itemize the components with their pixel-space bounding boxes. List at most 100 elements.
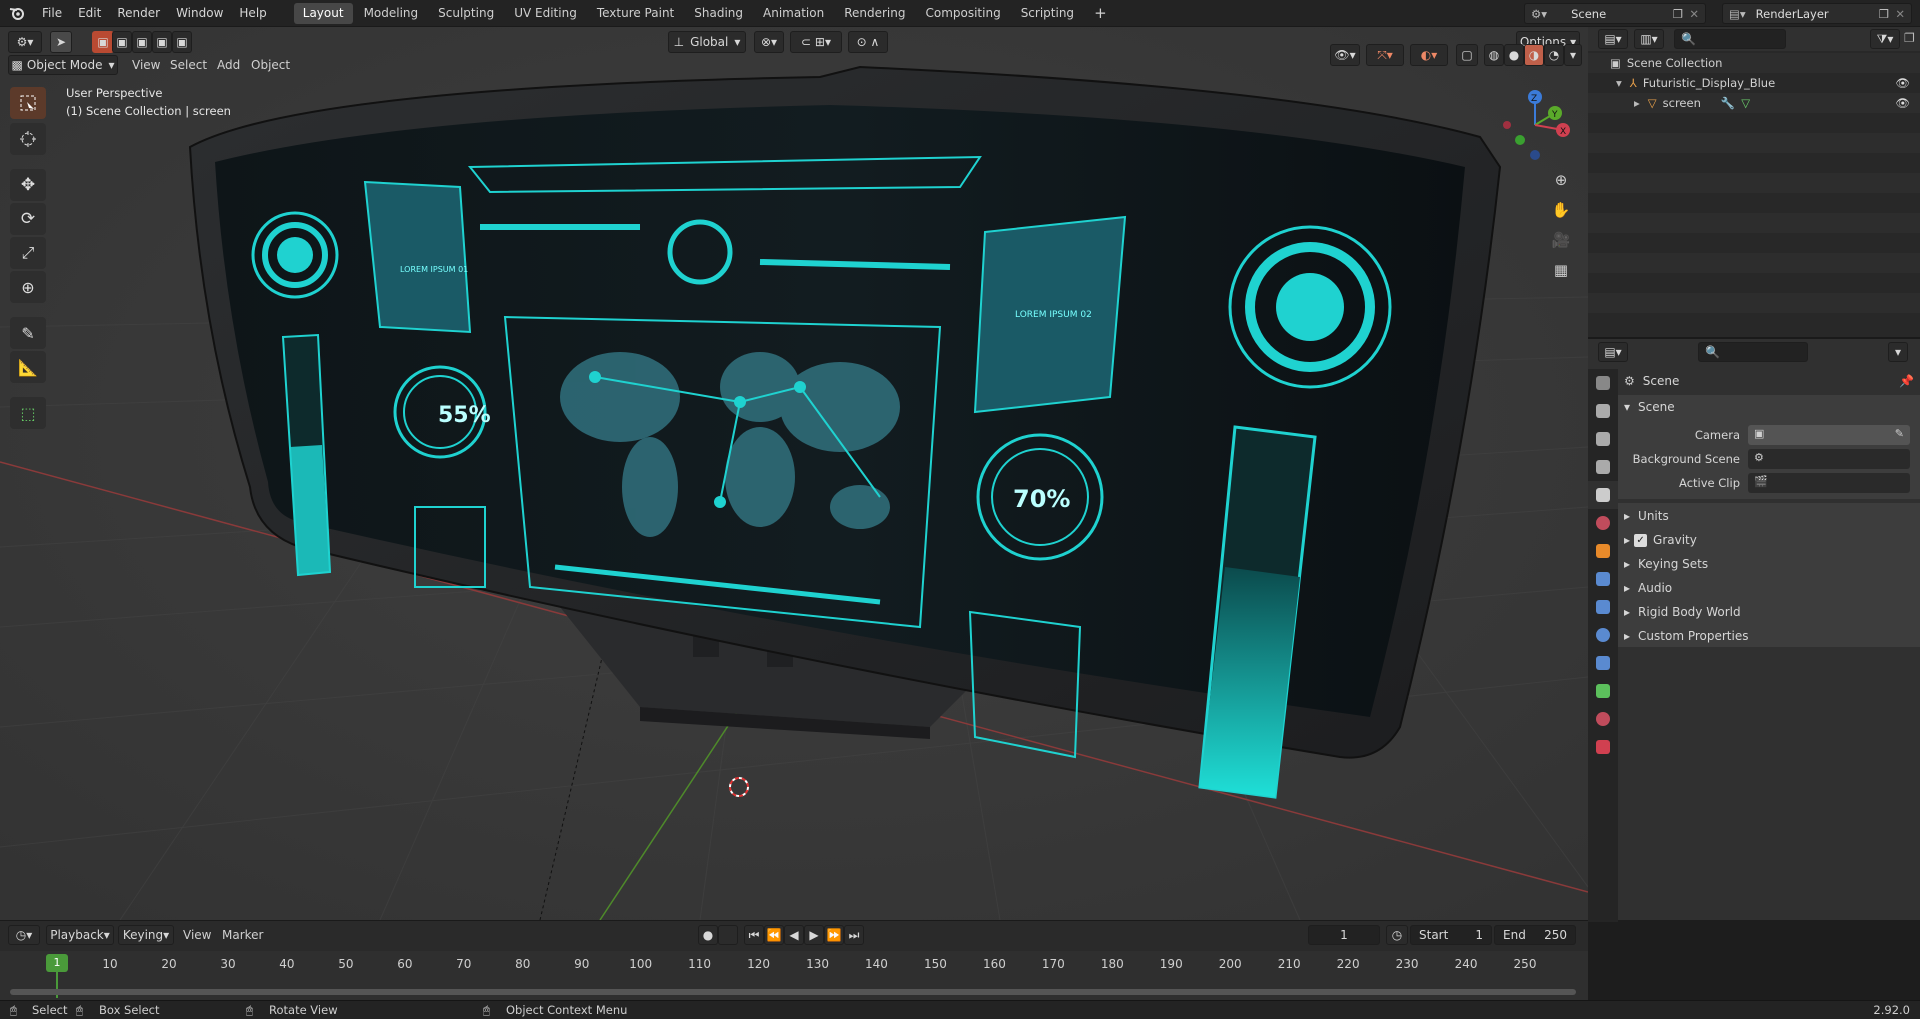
selection-mode-intersect-button[interactable]: ▣ <box>172 31 192 53</box>
current-frame-field[interactable]: 1 <box>1308 925 1380 945</box>
selection-mode-subtract-button[interactable]: ▣ <box>132 31 152 53</box>
jump-end-button[interactable]: ⏭ <box>844 925 864 945</box>
tab-shading[interactable]: Shading <box>685 3 752 24</box>
shading-rendered-button[interactable]: ◔ <box>1544 44 1564 66</box>
render-layer-selector[interactable]: ▤▾ RenderLayer ❐ ✕ <box>1722 3 1912 24</box>
outliner-editor-type-button[interactable]: ▤▾ <box>1598 29 1628 49</box>
add-cube-tool[interactable]: ⬚ <box>10 397 46 429</box>
proportional-edit-toggle[interactable]: ⊙ ∧ <box>848 31 888 53</box>
timeline-menu-view[interactable]: View <box>183 924 211 946</box>
timeline-scrollbar[interactable] <box>10 989 1576 995</box>
3d-viewport[interactable]: LOREM IPSUM 01 LOREM IPSUM 02 55% 70% ⚙▾… <box>0 27 1588 920</box>
outliner-row-scene-collection[interactable]: ▣ Scene Collection <box>1588 53 1920 73</box>
tab-compositing[interactable]: Compositing <box>916 3 1009 24</box>
select-box-tool[interactable] <box>10 87 46 119</box>
outliner-row-screen[interactable]: ▸ ▽ screen 🔧 ▽ 👁 <box>1588 93 1920 113</box>
ortho-grid-icon[interactable]: ▦ <box>1548 257 1574 283</box>
camera-view-icon[interactable]: 🎥 <box>1548 227 1574 253</box>
select-tool-mode-button[interactable]: ➤ <box>50 31 72 53</box>
scale-tool[interactable]: ⤢ <box>10 237 46 269</box>
menu-file[interactable]: File <box>34 0 70 27</box>
render-tab[interactable] <box>1588 397 1618 425</box>
world-tab[interactable] <box>1588 509 1618 537</box>
rotate-tool[interactable]: ⟳ <box>10 203 46 235</box>
playback-dropdown[interactable]: Playback ▾ <box>46 925 114 945</box>
selection-mode-invert-button[interactable]: ▣ <box>152 31 172 53</box>
tab-animation[interactable]: Animation <box>754 3 833 24</box>
keying-dropdown[interactable]: Keying ▾ <box>118 925 174 945</box>
properties-options-dropdown[interactable]: ▾ <box>1888 342 1908 362</box>
scene-section-header[interactable]: ▾ Scene <box>1624 395 1914 419</box>
menu-window[interactable]: Window <box>168 0 231 27</box>
blender-logo-icon[interactable] <box>0 0 34 27</box>
add-workspace-button[interactable]: + <box>1085 3 1116 24</box>
playhead[interactable]: 1 <box>46 954 68 972</box>
object-mode-dropdown[interactable]: ▩ Object Mode ▾ <box>8 55 118 75</box>
menu-help[interactable]: Help <box>231 0 274 27</box>
outliner-filter-button[interactable]: ⧩▾ <box>1870 29 1900 49</box>
timeline-editor-type-button[interactable]: ◷▾ <box>8 925 40 945</box>
expand-arrow-icon[interactable]: ▸ <box>1634 96 1640 110</box>
start-frame-field[interactable]: Start 1 <box>1410 925 1492 945</box>
timeline-editor[interactable]: ◷▾ Playback ▾ Keying ▾ View Marker ● ⏮ ⏪ ◀… <box>0 920 1588 1001</box>
constraints-tab[interactable] <box>1588 649 1618 677</box>
tab-layout[interactable]: Layout <box>293 2 353 24</box>
copy-icon[interactable]: ❐ <box>1673 7 1683 21</box>
object-tab[interactable] <box>1588 537 1618 565</box>
data-tab[interactable] <box>1588 677 1618 705</box>
jump-start-button[interactable]: ⏮ <box>744 925 764 945</box>
gravity-panel-header[interactable]: ▸ ✓ Gravity <box>1624 528 1914 552</box>
cursor-tool[interactable] <box>10 123 46 155</box>
background-scene-field[interactable]: ⚙ <box>1748 449 1910 469</box>
custom-properties-panel-header[interactable]: ▸ Custom Properties <box>1624 624 1914 648</box>
selection-mode-set-button[interactable]: ▣ <box>92 31 114 53</box>
close-layer-icon[interactable]: ✕ <box>1895 7 1905 21</box>
selection-mode-extend-button[interactable]: ▣ <box>112 31 132 53</box>
keying-sets-panel-header[interactable]: ▸ Keying Sets <box>1624 552 1914 576</box>
tab-modeling[interactable]: Modeling <box>355 3 428 24</box>
gravity-checkbox[interactable]: ✓ <box>1634 533 1648 547</box>
annotate-tool[interactable]: ✎ <box>10 317 46 349</box>
tab-sculpting[interactable]: Sculpting <box>429 3 503 24</box>
overlay-toggle[interactable]: ◐▾ <box>1410 44 1448 66</box>
modifier-tab[interactable] <box>1588 565 1618 593</box>
tab-scripting[interactable]: Scripting <box>1012 3 1083 24</box>
snap-toggle[interactable]: ⊂ ⊞▾ <box>790 31 842 53</box>
physics-tab[interactable] <box>1588 621 1618 649</box>
texture-tab[interactable] <box>1588 733 1618 761</box>
jump-next-keyframe-button[interactable]: ⏩ <box>824 925 844 945</box>
scene-selector[interactable]: ⚙▾ Scene ❐ ✕ <box>1524 3 1706 24</box>
orientation-dropdown[interactable]: ⊥ Global ▾ <box>668 31 746 53</box>
units-panel-header[interactable]: ▸ Units <box>1624 504 1914 528</box>
new-collection-icon[interactable]: ❐ <box>1904 31 1915 45</box>
timeline-menu-marker[interactable]: Marker <box>222 924 263 946</box>
menu-add[interactable]: Add <box>217 54 240 76</box>
gizmo-toggle[interactable]: ⤧▾ <box>1366 44 1404 66</box>
audio-panel-header[interactable]: ▸ Audio <box>1624 576 1914 600</box>
navigation-gizmo[interactable]: Z Y X <box>1495 85 1575 165</box>
active-clip-field[interactable]: 🎬 <box>1748 473 1910 493</box>
outliner-row-futuristic-display[interactable]: ▾ ⅄ Futuristic_Display_Blue 👁 <box>1588 73 1920 93</box>
mesh-data-icon[interactable]: ▽ <box>1741 96 1750 110</box>
tab-uv-editing[interactable]: UV Editing <box>505 3 586 24</box>
transform-tool[interactable]: ⊕ <box>10 271 46 303</box>
xray-toggle[interactable]: ▢ <box>1456 44 1478 66</box>
measure-tool[interactable]: 📐 <box>10 351 46 383</box>
tab-rendering[interactable]: Rendering <box>835 3 914 24</box>
material-tab[interactable] <box>1588 705 1618 733</box>
shading-solid-button[interactable]: ● <box>1504 44 1524 66</box>
shading-material-button[interactable]: ◑ <box>1524 44 1544 66</box>
menu-view[interactable]: View <box>132 54 160 76</box>
eye-icon[interactable]: 👁 <box>1895 96 1910 110</box>
visibility-dropdown[interactable]: 👁▾ <box>1330 44 1360 66</box>
scene-tab[interactable] <box>1588 481 1618 509</box>
shading-wireframe-button[interactable]: ◍ <box>1484 44 1504 66</box>
menu-render[interactable]: Render <box>109 0 168 27</box>
auto-key-options-button[interactable] <box>718 925 738 945</box>
tab-texture-paint[interactable]: Texture Paint <box>588 3 683 24</box>
camera-field[interactable]: ▣ ✎ <box>1748 425 1910 445</box>
eyedropper-icon[interactable]: ✎ <box>1895 427 1904 440</box>
modifier-wrench-icon[interactable]: 🔧 <box>1721 96 1735 110</box>
outliner-search-input[interactable]: 🔍 <box>1674 29 1786 49</box>
pivot-dropdown[interactable]: ⊗▾ <box>754 31 784 53</box>
